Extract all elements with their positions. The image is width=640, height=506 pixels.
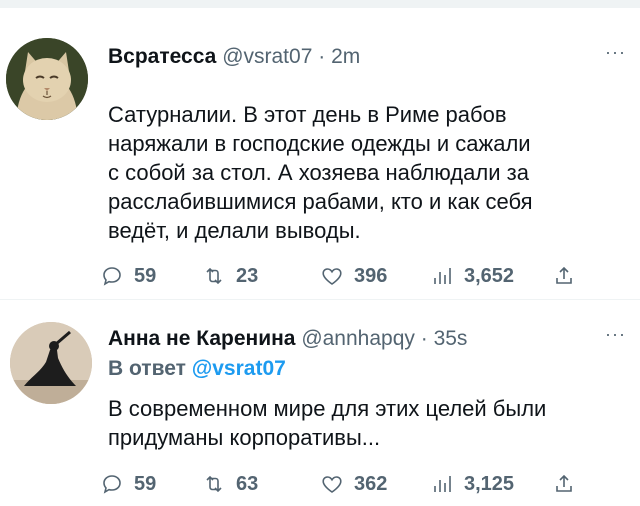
like-count: 362 (354, 472, 388, 495)
reply-count: 59 (134, 472, 157, 495)
views-chart-icon (434, 268, 451, 284)
reply-button[interactable]: 59 (100, 262, 156, 290)
author-name[interactable]: Анна не Каренина (108, 327, 295, 350)
heart-icon (322, 268, 342, 285)
tweet-text: Сатурналии. В этот день в Риме рабов нар… (108, 102, 533, 243)
views-chart-icon (434, 476, 451, 492)
share-icon (556, 266, 572, 284)
tweet-text: В современном мире для этих целей были п… (108, 396, 547, 450)
reply-icon (103, 475, 121, 494)
tweet-actions: 59 63 362 3,125 (100, 470, 600, 498)
retweet-count: 23 (236, 264, 259, 287)
retweet-count: 63 (236, 472, 259, 495)
reply-count: 59 (134, 264, 157, 287)
reply-button[interactable]: 59 (100, 470, 156, 498)
views-button[interactable]: 3,652 (430, 262, 514, 290)
reply-context: В ответ @vsrat07 (108, 356, 286, 382)
retweet-icon (206, 475, 222, 493)
timestamp[interactable]: 35s (434, 327, 468, 350)
views-count: 3,125 (464, 472, 515, 495)
like-button[interactable]: 362 (320, 470, 387, 498)
tweet-actions: 59 23 396 3,652 (100, 262, 600, 290)
views-count: 3,652 (464, 264, 515, 287)
more-options-button[interactable]: ··· (605, 42, 626, 63)
share-button[interactable] (552, 262, 576, 290)
tweet-header: Всратесса @vsrat07 · 2m (108, 44, 360, 70)
avatar[interactable] (10, 322, 92, 404)
cat-avatar-icon (6, 38, 88, 120)
separator: · (420, 327, 428, 350)
separator: · (318, 45, 326, 68)
person-silhouette-avatar-icon (10, 322, 92, 404)
tweet-1[interactable]: Всратесса @vsrat07 · 2m ··· Сатурналии. … (0, 0, 640, 300)
share-button[interactable] (552, 470, 576, 498)
tweet-header: Анна не Каренина @annhapqy · 35s (108, 326, 467, 352)
retweet-button[interactable]: 23 (202, 262, 258, 290)
heart-icon (322, 476, 342, 493)
views-button[interactable]: 3,125 (430, 470, 514, 498)
like-button[interactable]: 396 (320, 262, 387, 290)
more-options-button[interactable]: ··· (605, 324, 626, 345)
share-icon (556, 474, 572, 492)
timestamp[interactable]: 2m (331, 45, 360, 68)
reply-prefix: В ответ (108, 357, 186, 380)
retweet-button[interactable]: 63 (202, 470, 258, 498)
author-handle[interactable]: @vsrat07 (222, 45, 312, 68)
reply-icon (103, 267, 121, 286)
author-name[interactable]: Всратесса (108, 45, 216, 68)
reply-to-link[interactable]: @vsrat07 (192, 357, 286, 380)
like-count: 396 (354, 264, 388, 287)
author-handle[interactable]: @annhapqy (301, 327, 415, 350)
avatar[interactable] (6, 38, 88, 120)
retweet-icon (206, 267, 222, 285)
